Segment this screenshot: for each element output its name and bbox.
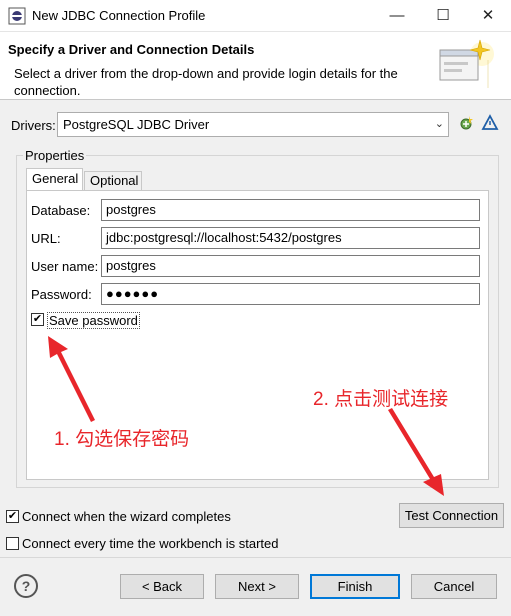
database-label: Database:: [31, 203, 91, 218]
annotation-step1: 1. 勾选保存密码: [54, 429, 190, 450]
database-field[interactable]: postgres: [101, 199, 480, 221]
password-field[interactable]: ●●●●●●: [101, 283, 480, 305]
url-field[interactable]: jdbc:postgresql://localhost:5432/postgre…: [101, 227, 480, 249]
save-password-label[interactable]: Save password: [47, 312, 140, 329]
tab-general[interactable]: General: [26, 168, 83, 190]
tab-optional[interactable]: Optional: [84, 171, 142, 190]
edit-driver-icon[interactable]: [481, 114, 499, 132]
window-title: New JDBC Connection Profile: [32, 8, 206, 23]
close-button[interactable]: ✕: [465, 0, 511, 32]
wizard-header: Specify a Driver and Connection Details …: [0, 32, 511, 100]
finish-button[interactable]: Finish: [310, 574, 400, 599]
back-button[interactable]: < Back: [120, 574, 204, 599]
properties-group-label: Properties: [23, 148, 87, 163]
next-button[interactable]: Next >: [215, 574, 299, 599]
title-bar: New JDBC Connection Profile — ☐ ✕: [0, 0, 511, 32]
button-bar-divider: [0, 557, 511, 558]
username-field[interactable]: postgres: [101, 255, 480, 277]
password-label: Password:: [31, 287, 92, 302]
maximize-button[interactable]: ☐: [420, 0, 466, 32]
save-password-checkbox[interactable]: ✔: [31, 313, 44, 326]
new-driver-icon[interactable]: [457, 114, 475, 132]
test-connection-button[interactable]: Test Connection: [399, 503, 504, 528]
connect-on-finish-checkbox[interactable]: ✔: [6, 510, 19, 523]
drivers-label: Drivers:: [11, 118, 56, 133]
eclipse-app-icon: [8, 7, 26, 25]
chevron-down-icon: ⌄: [434, 118, 444, 130]
drivers-selected-value: PostgreSQL JDBC Driver: [63, 117, 210, 132]
url-label: URL:: [31, 231, 61, 246]
minimize-button[interactable]: —: [374, 0, 420, 32]
page-description: Select a driver from the drop-down and p…: [14, 66, 398, 98]
drivers-dropdown[interactable]: PostgreSQL JDBC Driver ⌄: [57, 112, 449, 137]
username-label: User name:: [31, 259, 99, 274]
help-icon[interactable]: ?: [14, 574, 38, 598]
cancel-button[interactable]: Cancel: [411, 574, 497, 599]
annotation-step2: 2. 点击测试连接: [313, 389, 449, 410]
page-title: Specify a Driver and Connection Details: [8, 42, 255, 57]
connect-every-time-label[interactable]: Connect every time the workbench is star…: [22, 536, 279, 551]
wizard-banner-icon: [439, 39, 494, 88]
connect-on-finish-label[interactable]: Connect when the wizard completes: [22, 509, 231, 524]
connect-every-time-checkbox[interactable]: [6, 537, 19, 550]
